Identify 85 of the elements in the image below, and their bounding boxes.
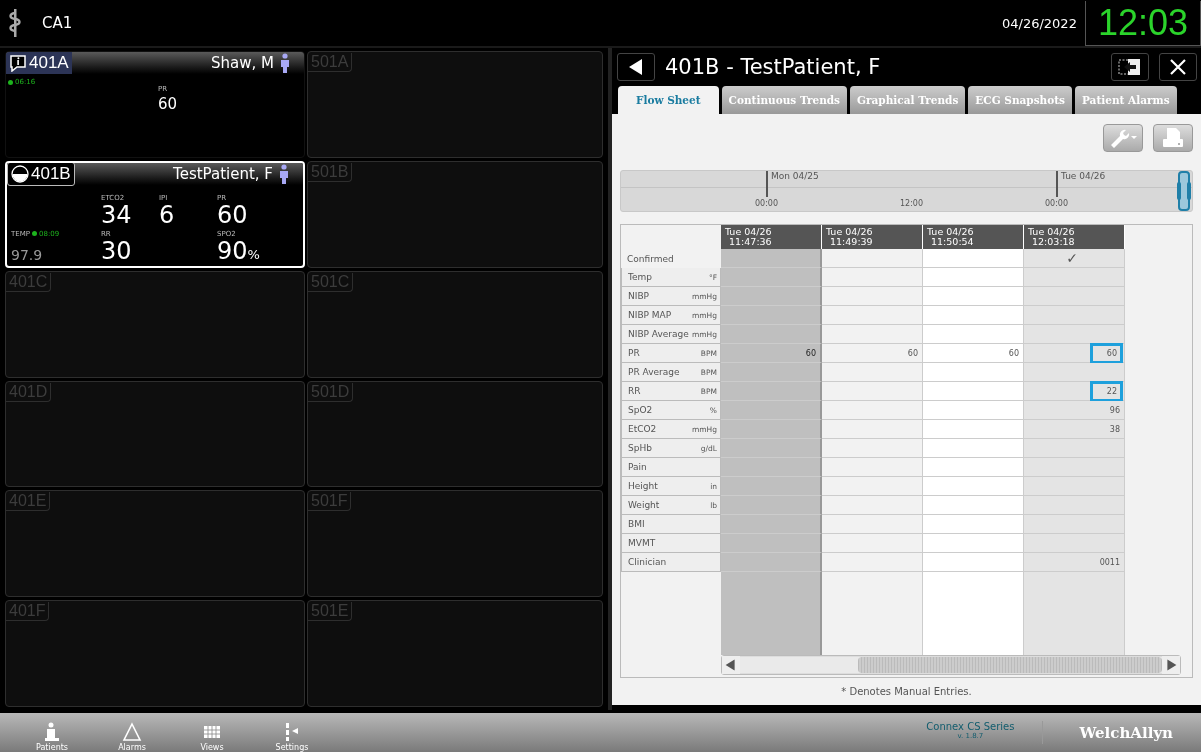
- patient-name: Shaw, M: [210, 54, 274, 72]
- person-icon: [42, 721, 62, 743]
- nav-button[interactable]: Alarms: [102, 719, 162, 752]
- day-label: Tue 04/26: [1056, 171, 1106, 197]
- range-handle[interactable]: [1176, 171, 1192, 211]
- row-label: Confirmed: [627, 253, 674, 264]
- row-label: Temp: [628, 272, 652, 282]
- row-label: BMI: [628, 519, 645, 529]
- parameter-value: 6: [159, 200, 175, 229]
- bed-label: 401A: [29, 53, 69, 73]
- patient-name: TestPatient, F: [172, 164, 273, 183]
- close-button[interactable]: [1159, 53, 1197, 81]
- cell-value: 60: [1092, 345, 1120, 361]
- bed-label: 401B: [31, 163, 71, 184]
- row-label: NIBP: [628, 291, 649, 301]
- row-label: Clinician: [628, 557, 667, 567]
- tab[interactable]: Flow Sheet: [618, 86, 719, 114]
- parameter-value: 30: [101, 236, 132, 265]
- tab[interactable]: ECG Snapshots: [968, 86, 1072, 114]
- scroll-left-icon[interactable]: [722, 656, 740, 674]
- parameter-value: 90: [217, 236, 248, 265]
- tab[interactable]: Graphical Trends: [850, 86, 966, 114]
- print-button[interactable]: [1153, 124, 1193, 152]
- parameter-unit: %: [247, 246, 260, 262]
- time-tick-label: 12:00: [898, 199, 925, 208]
- clock-icon: [8, 79, 13, 85]
- half-circle-icon: [11, 164, 29, 183]
- cell-value: 38: [1109, 424, 1120, 434]
- column-header[interactable]: Tue 04/26 12:03:18: [1024, 225, 1125, 249]
- row-label: SpHb: [628, 443, 652, 453]
- clock-icon: [31, 231, 37, 237]
- person-icon: [279, 163, 289, 184]
- nav-button[interactable]: Views: [182, 719, 242, 752]
- product-name: Connex CS Series: [926, 721, 1015, 732]
- triangle-icon: [122, 721, 142, 743]
- tab[interactable]: Patient Alarms: [1074, 86, 1177, 114]
- row-label: MVMT: [628, 538, 656, 548]
- brand-logo: WelchAllyn: [1078, 723, 1174, 742]
- panel-title: 401B - TestPatient, F: [665, 55, 881, 79]
- cell-value: 60: [907, 348, 918, 358]
- info-message-icon: [9, 54, 27, 72]
- time-tick-label: 00:00: [753, 199, 780, 208]
- parameter-value: 60: [217, 200, 248, 229]
- close-icon: [1168, 57, 1188, 77]
- scroll-right-icon[interactable]: [1162, 656, 1180, 674]
- row-label: SpO2: [628, 405, 653, 415]
- clock: 12:03: [1084, 0, 1201, 46]
- row-label: PR Average: [628, 367, 680, 377]
- printer-icon: [1161, 127, 1185, 149]
- time-tick-label: 00:00: [1043, 199, 1070, 208]
- row-label: Height: [628, 481, 658, 491]
- cell-value: 22: [1092, 383, 1120, 399]
- horizontal-scrollbar[interactable]: [721, 655, 1181, 675]
- row-label: EtCO2: [628, 424, 657, 434]
- cell-value: 60: [1008, 348, 1019, 358]
- nav-button[interactable]: Settings: [262, 719, 322, 752]
- row-label: RR: [628, 386, 641, 396]
- parameter-value: 60: [158, 95, 178, 113]
- parameter-value: 34: [101, 200, 132, 229]
- cell-value: 96: [1109, 405, 1120, 415]
- day-label: Mon 04/25: [766, 171, 819, 197]
- exit-icon: [1118, 57, 1142, 77]
- row-label: PR: [628, 348, 640, 358]
- cell-value: 60: [805, 348, 816, 358]
- nav-button[interactable]: Patients: [22, 719, 82, 752]
- parameter-value: 97.9: [11, 246, 43, 263]
- row-label: Pain: [628, 462, 647, 472]
- date: 04/26/2022: [1001, 15, 1077, 31]
- column-header[interactable]: Tue 04/26 11:49:39: [822, 225, 923, 249]
- column-header[interactable]: Tue 04/26 11:47:36: [721, 225, 822, 249]
- tab[interactable]: Continuous Trends: [721, 86, 848, 114]
- exit-button[interactable]: [1111, 53, 1149, 81]
- timeline[interactable]: Mon 04/25 Tue 04/26 00:00 12:00 00:00: [620, 170, 1193, 212]
- unit-name: CA1: [42, 14, 73, 32]
- cell-value: 0011: [1099, 557, 1120, 567]
- person-icon: [280, 53, 290, 73]
- settings-dropdown-button[interactable]: [1103, 124, 1143, 152]
- row-label: Weight: [628, 500, 660, 510]
- row-label: NIBP Average: [628, 329, 689, 339]
- medical-staff-icon: [8, 8, 22, 38]
- footnote: * Denotes Manual Entries.: [840, 685, 973, 699]
- checkmark: ✓: [1066, 250, 1078, 266]
- column-header[interactable]: Tue 04/26 11:50:54: [923, 225, 1024, 249]
- row-label: NIBP MAP: [628, 310, 672, 320]
- back-button[interactable]: [617, 53, 655, 81]
